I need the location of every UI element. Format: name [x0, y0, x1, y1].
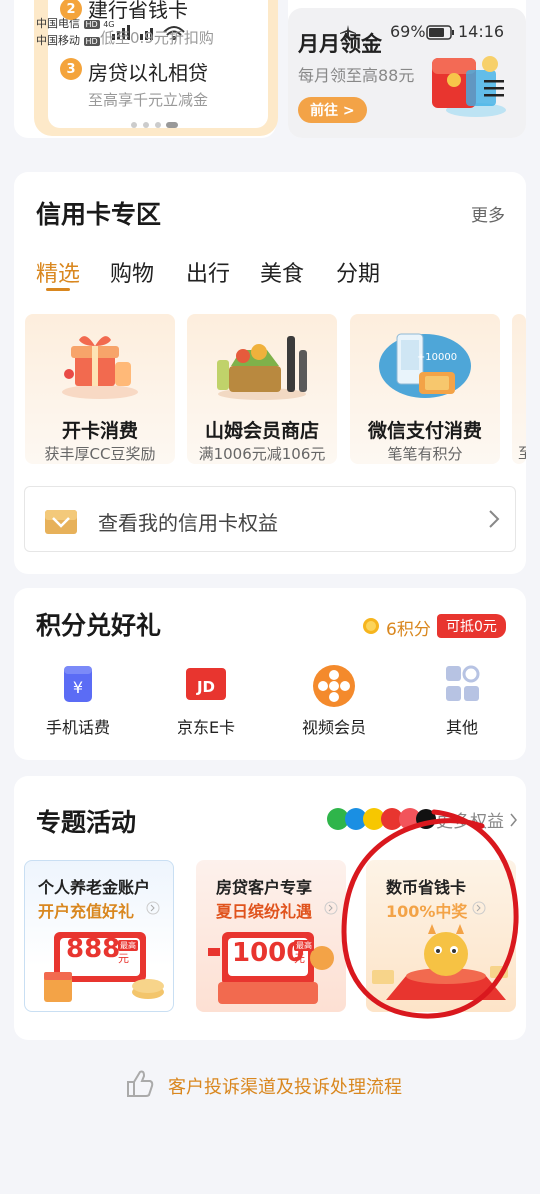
gift-other[interactable]: 其他 — [422, 664, 502, 738]
grocery-basket-icon — [217, 336, 307, 400]
item-sub-saving-card: 低至0.9元折扣购 — [100, 29, 214, 47]
go-button[interactable]: 前往 > — [298, 97, 367, 123]
chevron-right-icon — [488, 509, 500, 533]
active-tab-indicator — [46, 288, 70, 291]
annotation-circle — [338, 804, 522, 1028]
points-section-title: 积分兑好礼 — [36, 611, 162, 640]
mortgage-sub: 夏日缤纷礼遇 — [216, 902, 313, 921]
battery-percent: 69% — [390, 22, 426, 41]
battery-icon — [426, 25, 456, 45]
gift-label-phone-bill: 手机话费 — [45, 718, 110, 737]
monthly-gold-title: 月月领金 — [298, 32, 382, 56]
gift-label-video-member: 视频会员 — [301, 718, 366, 737]
promo-sub-wechat-pay: 笔笔有积分 — [387, 445, 463, 463]
carousel-dots — [130, 114, 182, 133]
tab-travel[interactable]: 出行 — [186, 256, 230, 288]
gift-jd-card[interactable]: JD 京东E卡 — [166, 664, 246, 738]
pension-title: 个人养老金账户 — [38, 878, 151, 897]
gift-video-member[interactable]: 视频会员 — [294, 664, 374, 738]
clock-time: 14:16 — [458, 22, 505, 41]
menu-icon[interactable] — [482, 78, 506, 102]
promo-sub-open-card: 获丰厚CC豆奖励 — [44, 445, 156, 463]
pension-sub: 开户充值好礼 — [38, 902, 135, 921]
complaint-link[interactable]: 客户投诉渠道及投诉处理流程 — [168, 1073, 402, 1099]
tab-food[interactable]: 美食 — [260, 256, 304, 288]
promo-card-peek[interactable]: 至 — [512, 314, 526, 464]
credit-more-link[interactable]: 更多 — [471, 201, 505, 226]
my-card-rights-label: 查看我的信用卡权益 — [98, 511, 278, 535]
svg-text:¥: ¥ — [73, 678, 83, 697]
item-title-mortgage[interactable]: 房贷以礼相贷 — [88, 57, 208, 86]
phone-points-icon: +10000 — [379, 333, 471, 398]
carrier-2: 中国移动 — [36, 34, 80, 47]
coin-icon — [362, 617, 380, 639]
gift-box-icon — [62, 336, 138, 399]
svg-text:JD: JD — [196, 678, 215, 696]
points-balance: 6积分 — [386, 620, 431, 640]
mortgage-title: 房贷客户专享 — [216, 878, 313, 897]
promo-card-sams-club[interactable]: 山姆会员商店 满1006元减106元 — [187, 314, 337, 464]
rank-badge-3: 3 — [60, 58, 82, 80]
mortgage-unit: 元 — [294, 952, 305, 965]
activity-section-title: 专题活动 — [36, 808, 137, 837]
points-badge-text: +10000 — [417, 352, 457, 363]
chevron-circle-icon — [324, 900, 338, 919]
promo-sub-sams-club: 满1006元减106元 — [198, 445, 326, 463]
promo-card-wechat-pay[interactable]: +10000 微信支付消费 笔笔有积分 — [350, 314, 500, 464]
tab-shopping[interactable]: 购物 — [110, 256, 154, 288]
tab-featured[interactable]: 精选 — [36, 256, 80, 288]
wallet-icon — [43, 502, 79, 540]
jd-card-icon: JD — [186, 668, 226, 700]
deduct-badge: 可抵0元 — [437, 614, 506, 638]
video-member-icon — [313, 665, 355, 707]
tab-installment[interactable]: 分期 — [336, 256, 380, 288]
promo-title-sams-club: 山姆会员商店 — [204, 420, 319, 442]
gift-label-other: 其他 — [445, 718, 478, 737]
monthly-gold-sub: 每月领至高88元 — [298, 66, 415, 85]
promo-title-open-card: 开卡消费 — [61, 420, 138, 442]
chevron-circle-icon — [146, 900, 160, 919]
phone-bill-icon: ¥ — [64, 666, 92, 702]
thumb-pointer-icon — [124, 1068, 154, 1104]
promo-title-wechat-pay: 微信支付消费 — [367, 420, 482, 442]
item-sub-mortgage: 至高享千元立减金 — [88, 91, 209, 109]
credit-section-title: 信用卡专区 — [36, 200, 162, 229]
item-title-saving-card[interactable]: 建行省钱卡 — [88, 0, 188, 23]
gift-phone-bill[interactable]: ¥ 手机话费 — [38, 664, 118, 738]
promo-card-open-card[interactable]: 开卡消费 获丰厚CC豆奖励 — [25, 314, 175, 464]
pension-unit: 元 — [118, 952, 129, 965]
pension-amount: 888 — [66, 934, 121, 964]
gift-label-jd-card: 京东E卡 — [176, 718, 236, 737]
hd-badge: HD — [83, 37, 100, 46]
promo-peek-text: 至 — [518, 444, 526, 462]
other-grid-icon — [446, 665, 480, 701]
